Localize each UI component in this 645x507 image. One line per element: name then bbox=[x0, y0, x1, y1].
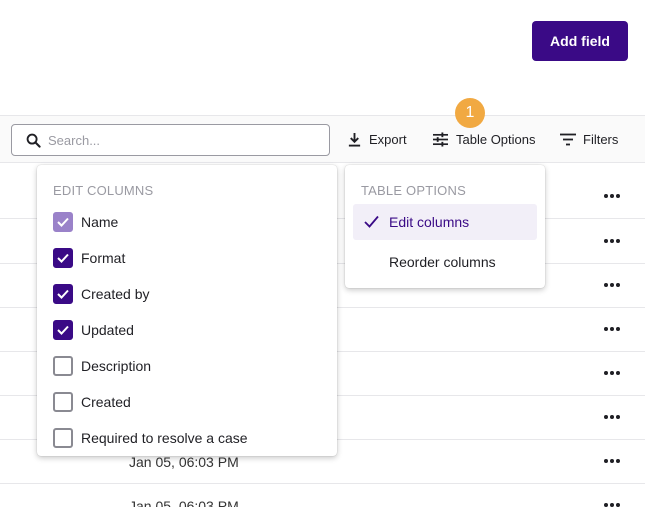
search-input[interactable] bbox=[48, 132, 318, 148]
add-field-button[interactable]: Add field bbox=[532, 21, 628, 61]
checkbox-checked-icon[interactable] bbox=[53, 320, 73, 340]
column-label: Name bbox=[81, 214, 119, 230]
menu-item-label: Reorder columns bbox=[389, 254, 496, 270]
table-toolbar: Export Table Options Filters bbox=[0, 115, 645, 163]
checkbox-checked-icon[interactable] bbox=[53, 212, 73, 232]
more-horizontal-icon[interactable] bbox=[603, 409, 621, 425]
sliders-icon bbox=[433, 131, 448, 147]
more-horizontal-icon[interactable] bbox=[603, 188, 621, 204]
export-label: Export bbox=[369, 131, 407, 147]
column-toggle-updated[interactable]: Updated bbox=[53, 319, 134, 341]
column-label: Required to resolve a case bbox=[81, 430, 248, 446]
more-horizontal-icon[interactable] bbox=[603, 497, 621, 507]
row-date: Jan 05, 06:03 PM bbox=[129, 498, 239, 507]
menu-item-label: Edit columns bbox=[389, 214, 470, 230]
edit-columns-popover: EDIT COLUMNS Name Format Created by Upda… bbox=[37, 165, 337, 456]
more-horizontal-icon[interactable] bbox=[603, 365, 621, 381]
column-toggle-description[interactable]: Description bbox=[53, 355, 151, 377]
column-toggle-format[interactable]: Format bbox=[53, 247, 125, 269]
table-options-button[interactable]: Table Options bbox=[432, 116, 536, 162]
column-toggle-required-to-resolve[interactable]: Required to resolve a case bbox=[53, 427, 248, 449]
column-toggle-created-by[interactable]: Created by bbox=[53, 283, 149, 305]
column-toggle-name[interactable]: Name bbox=[53, 211, 118, 233]
download-icon bbox=[348, 132, 361, 147]
column-label: Created bbox=[81, 394, 131, 410]
checkbox-unchecked-icon[interactable] bbox=[53, 392, 73, 412]
step-badge: 1 bbox=[455, 98, 485, 128]
column-label: Format bbox=[81, 250, 126, 266]
edit-columns-title: EDIT COLUMNS bbox=[53, 183, 154, 198]
filters-label: Filters bbox=[583, 131, 619, 147]
checkbox-unchecked-icon[interactable] bbox=[53, 428, 73, 448]
table-row: Jan 05, 06:03 PM bbox=[0, 484, 645, 507]
filters-button[interactable]: Filters bbox=[560, 116, 618, 162]
column-label: Created by bbox=[81, 286, 150, 302]
more-horizontal-icon[interactable] bbox=[603, 321, 621, 337]
more-horizontal-icon[interactable] bbox=[603, 453, 621, 469]
checkbox-checked-icon[interactable] bbox=[53, 248, 73, 268]
more-horizontal-icon[interactable] bbox=[603, 233, 621, 249]
search-box[interactable] bbox=[11, 124, 330, 156]
table-options-title: TABLE OPTIONS bbox=[361, 183, 466, 198]
column-label: Description bbox=[81, 358, 152, 374]
checkbox-unchecked-icon[interactable] bbox=[53, 356, 73, 376]
menu-item-reorder-columns[interactable]: Reorder columns bbox=[353, 244, 537, 280]
checkbox-checked-icon[interactable] bbox=[53, 284, 73, 304]
menu-item-edit-columns[interactable]: Edit columns bbox=[353, 204, 537, 240]
filter-icon bbox=[560, 133, 576, 145]
column-label: Updated bbox=[81, 322, 134, 338]
more-horizontal-icon[interactable] bbox=[603, 277, 621, 293]
row-date: Jan 05, 06:03 PM bbox=[129, 454, 239, 470]
table-options-popover: TABLE OPTIONS Edit columns Reorder colum… bbox=[345, 165, 545, 288]
search-icon bbox=[26, 133, 41, 148]
table-options-label: Table Options bbox=[456, 131, 536, 147]
check-icon bbox=[364, 215, 379, 228]
column-toggle-created[interactable]: Created bbox=[53, 391, 131, 413]
export-button[interactable]: Export bbox=[347, 116, 407, 162]
